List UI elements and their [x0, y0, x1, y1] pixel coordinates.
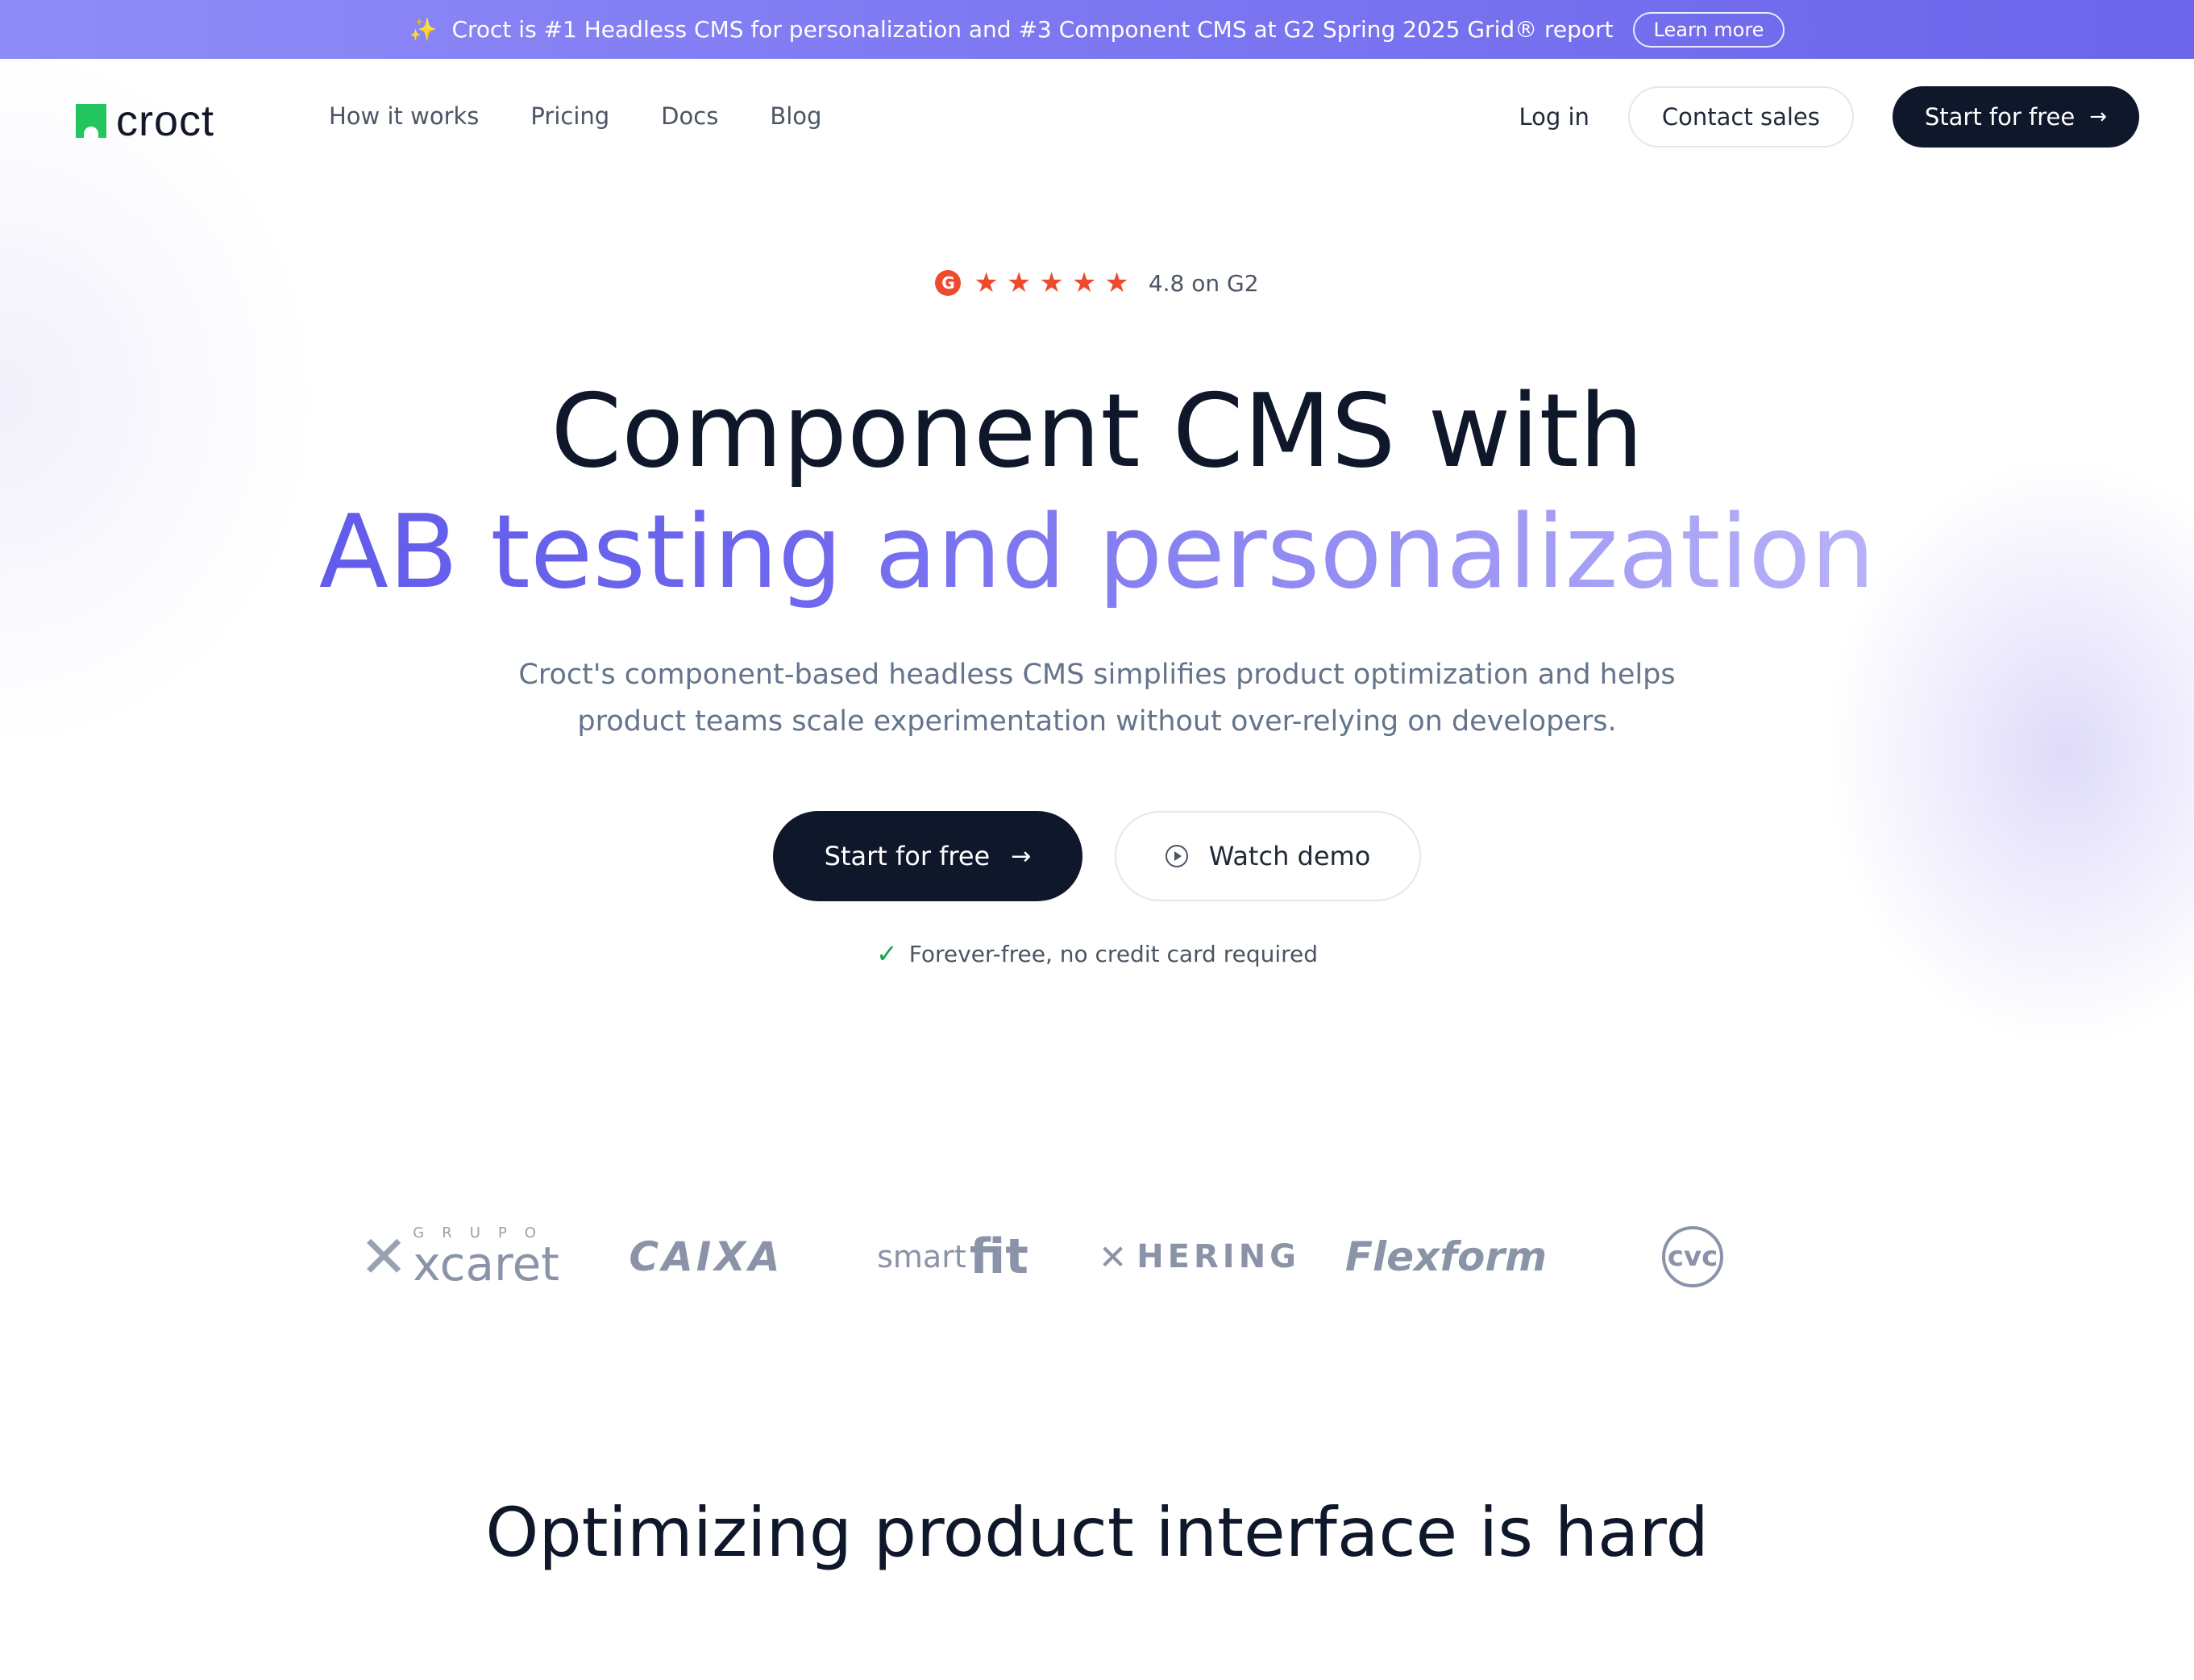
nav-start-free-button[interactable]: Start for free →: [1892, 86, 2139, 148]
contact-sales-button[interactable]: Contact sales: [1627, 86, 1854, 148]
star-icon: ★: [1006, 267, 1032, 299]
rating-text: 4.8 on G2: [1148, 269, 1259, 297]
flexform-logo: Flexform: [1344, 1233, 1548, 1280]
cvc-logo-wrapper: cvc: [1572, 1226, 1814, 1287]
free-plan-note: ✓ Forever-free, no credit card required: [0, 938, 2194, 969]
croct-logo[interactable]: croct: [76, 99, 214, 143]
hering-logo: ✕ HERING: [1078, 1237, 1320, 1277]
arrow-right-icon: →: [1011, 842, 1032, 871]
nav-links: How it works Pricing Docs Blog: [329, 102, 821, 130]
top-navigation: croct How it works Pricing Docs Blog Log…: [0, 59, 2194, 177]
nav-link-blog[interactable]: Blog: [770, 102, 821, 130]
cvc-logo: cvc: [1662, 1226, 1723, 1287]
xcaret-logo: ✕ GRUPO xcaret: [339, 1223, 580, 1291]
announcement-bar: ✨ Croct is #1 Headless CMS for personali…: [0, 0, 2194, 59]
smartfit-logo: smart fit: [832, 1229, 1074, 1285]
nav-actions: Log in Contact sales Start for free →: [1519, 86, 2139, 148]
nav-link-docs[interactable]: Docs: [661, 102, 718, 130]
watch-demo-label: Watch demo: [1208, 841, 1371, 871]
star-icon: ★: [1039, 267, 1064, 299]
hering-fish-icon: ✕: [1099, 1237, 1128, 1277]
brand-name: croct: [116, 97, 215, 145]
login-link[interactable]: Log in: [1519, 103, 1589, 131]
star-icon: ★: [1071, 267, 1097, 299]
arrow-right-icon: →: [2089, 105, 2107, 129]
hero-start-free-label: Start for free: [824, 841, 991, 871]
hero-cta-row: Start for free → Watch demo: [0, 811, 2194, 901]
nav-start-free-label: Start for free: [1924, 103, 2076, 131]
customer-logos: ✕ GRUPO xcaret CAIXA smart fit ✕ HERING …: [339, 1212, 1814, 1301]
xcaret-mark-icon: ✕: [359, 1223, 409, 1291]
star-icon: ★: [1104, 267, 1129, 299]
nav-link-pricing[interactable]: Pricing: [530, 102, 609, 130]
croct-logo-icon: [76, 104, 106, 138]
announcement-text: Croct is #1 Headless CMS for personaliza…: [451, 16, 1614, 43]
rating-stars: ★ ★ ★ ★ ★: [974, 269, 1128, 297]
caixa-logo: CAIXA: [629, 1233, 783, 1280]
learn-more-button[interactable]: Learn more: [1632, 11, 1785, 48]
g2-logo-icon: G: [935, 270, 962, 296]
sparkle-icon: ✨: [409, 16, 438, 43]
hering-name-text: HERING: [1136, 1238, 1300, 1275]
xcaret-wordmark: GRUPO xcaret: [413, 1226, 560, 1291]
nav-link-how-it-works[interactable]: How it works: [329, 102, 479, 130]
hero-headline-line-2: AB testing and personalization: [0, 492, 2194, 613]
smartfit-fit-text: fit: [969, 1229, 1028, 1285]
check-icon: ✓: [875, 938, 898, 969]
watch-demo-button[interactable]: Watch demo: [1115, 811, 1421, 901]
g2-rating: G ★ ★ ★ ★ ★ 4.8 on G2: [0, 269, 2194, 297]
hero-headline-line-1: Component CMS with: [551, 372, 1643, 490]
star-icon: ★: [974, 267, 999, 299]
hero-start-free-button[interactable]: Start for free →: [773, 811, 1082, 901]
free-plan-note-text: Forever-free, no credit card required: [908, 940, 1319, 967]
section-heading: Optimizing product interface is hard: [485, 1493, 1709, 1572]
play-icon: [1165, 845, 1188, 867]
hero-subtitle: Croct's component-based headless CMS sim…: [518, 659, 1676, 738]
hero-headline: Component CMS with AB testing and person…: [0, 371, 2194, 613]
smartfit-smart-text: smart: [877, 1239, 966, 1275]
xcaret-name-text: xcaret: [413, 1237, 560, 1291]
contact-sales-label: Contact sales: [1661, 103, 1820, 131]
